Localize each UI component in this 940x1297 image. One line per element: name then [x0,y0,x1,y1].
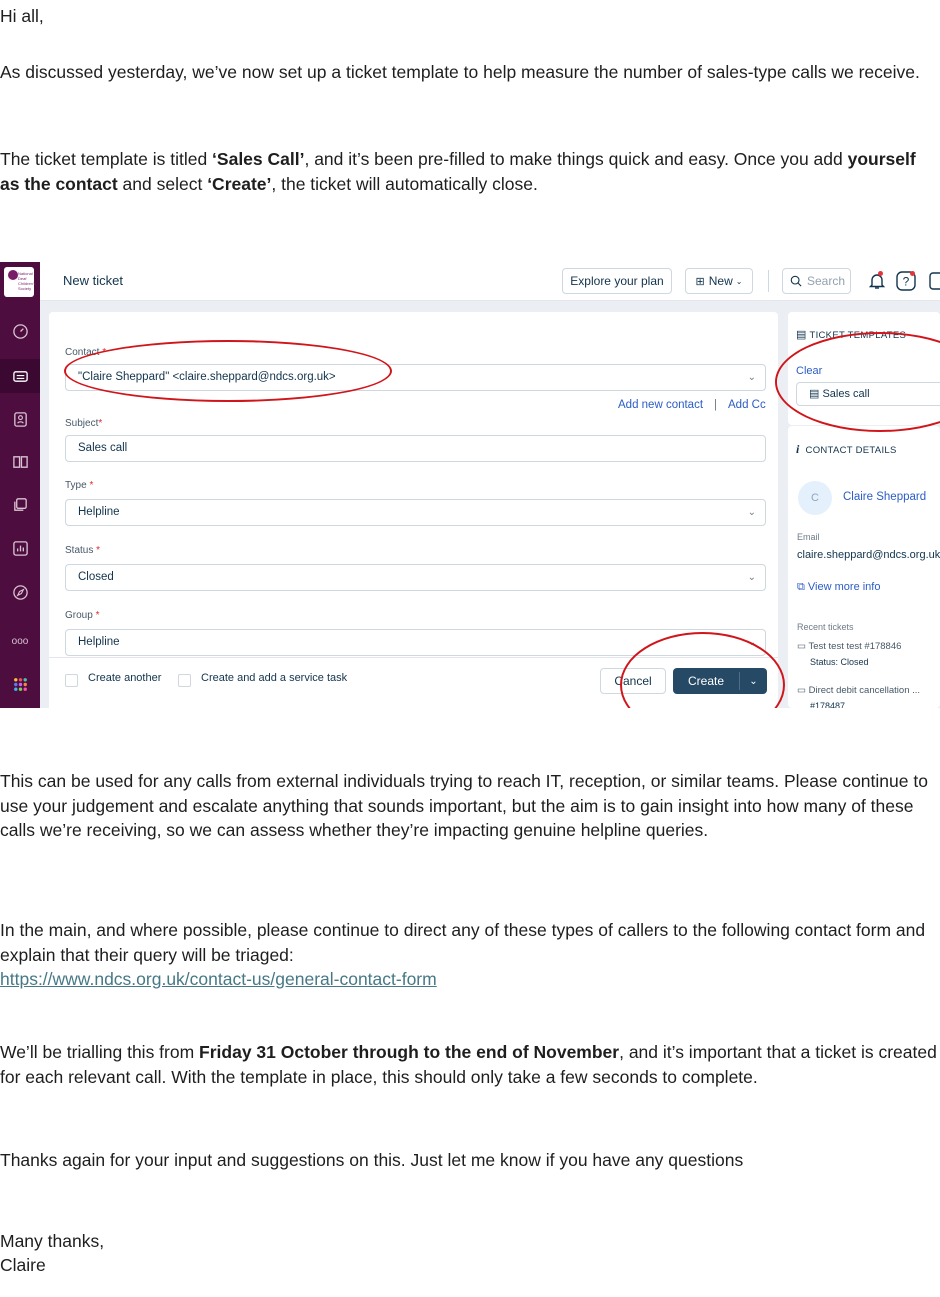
create-another-checkbox[interactable] [65,674,78,687]
new-button[interactable]: ⊞ New ⌄ [685,268,753,294]
sign-off: Many thanks, [0,1231,105,1251]
org-logo: National Deaf Children's Society [4,267,36,297]
paragraph-intro: As discussed yesterday, we’ve now set up… [0,62,920,82]
tickets-icon[interactable] [0,359,40,393]
search-input[interactable]: Search [782,268,851,294]
avatar: C [798,481,832,515]
type-label: Type * [65,480,94,491]
knowledge-base-icon[interactable] [0,444,40,478]
explore-icon[interactable] [0,575,40,609]
ticket-icon: ▭ [797,685,806,696]
view-more-info-link[interactable]: ⧉ View more info [797,581,880,594]
paragraph-template: The ticket template is titled ‘Sales Cal… [0,149,916,194]
dashboard-icon[interactable] [0,314,40,348]
paragraph-trial: We’ll be trialling this from Friday 31 O… [0,1042,937,1087]
annotation-circle-contact [64,340,392,402]
chevron-down-icon: ⌄ [735,276,743,286]
chevron-down-icon: ⌄ [747,507,756,518]
plus-box-icon: ⊞ [695,275,705,288]
email-label: Email [797,532,820,542]
help-icon[interactable]: ? [895,270,917,292]
subject-label: Subject* [65,418,103,429]
service-task-checkbox[interactable] [178,674,191,687]
subject-input[interactable]: Sales call [65,435,766,462]
external-link-icon: ⧉ [797,581,805,593]
status-select[interactable]: Closed ⌄ [65,564,766,591]
recent-ticket-2-number: #178487 [810,701,846,708]
search-icon [790,275,802,287]
recent-tickets-label: Recent tickets [797,622,854,632]
svg-text:?: ? [903,275,910,289]
paragraph-usage: This can be used for any calls from exte… [0,771,928,840]
chevron-down-icon: ⌄ [747,572,756,583]
create-another-label: Create another [88,672,162,684]
template-icon: ▤ [796,329,807,341]
contact-details-panel: i CONTACT DETAILS C Claire Sheppard Emai… [788,426,940,708]
notification-bell-icon[interactable] [866,270,888,292]
sidebar-rail: National Deaf Children's Society ooo [0,262,40,708]
contact-details-header: i CONTACT DETAILS [796,442,897,456]
contact-name-link[interactable]: Claire Sheppard [843,491,926,503]
link-separator: | [714,399,717,411]
assets-icon[interactable] [0,487,40,521]
contact-form-link[interactable]: https://www.ndcs.org.uk/contact-us/gener… [0,969,437,989]
more-icon[interactable]: ooo [0,624,40,658]
add-new-contact-link[interactable]: Add new contact [618,399,703,411]
ticket-screenshot: National Deaf Children's Society ooo New… [0,262,940,708]
recent-ticket-1-status: Status: Closed [810,657,869,667]
top-bar: New ticket Explore your plan ⊞ New ⌄ Searc… [40,262,940,301]
greeting: Hi all, [0,6,44,26]
paragraph-contact-form: In the main, and where possible, please … [0,920,926,989]
reports-icon[interactable] [0,531,40,565]
chevron-down-icon: ⌄ [747,372,756,383]
email-value: claire.sheppard@ndcs.org.uk [797,549,940,561]
apps-icon[interactable] [928,270,940,292]
status-label: Status * [65,545,101,556]
add-cc-link[interactable]: Add Cc [728,399,766,411]
service-task-label: Create and add a service task [201,672,348,684]
ticket-icon: ▭ [797,641,806,652]
paragraph-thanks: Thanks again for your input and suggesti… [0,1150,744,1170]
contacts-icon[interactable] [0,402,40,436]
apps-grid-icon[interactable] [0,667,40,701]
info-icon: i [796,442,800,456]
type-select[interactable]: Helpline ⌄ [65,499,766,526]
explore-plan-button[interactable]: Explore your plan [562,268,672,294]
group-label: Group * [65,610,100,621]
recent-ticket-1[interactable]: ▭ Test test test #178846 [797,641,901,652]
recent-ticket-2[interactable]: ▭ Direct debit cancellation ... [797,685,920,696]
signature-name: Claire [0,1255,46,1275]
page-title: New ticket [63,273,123,288]
